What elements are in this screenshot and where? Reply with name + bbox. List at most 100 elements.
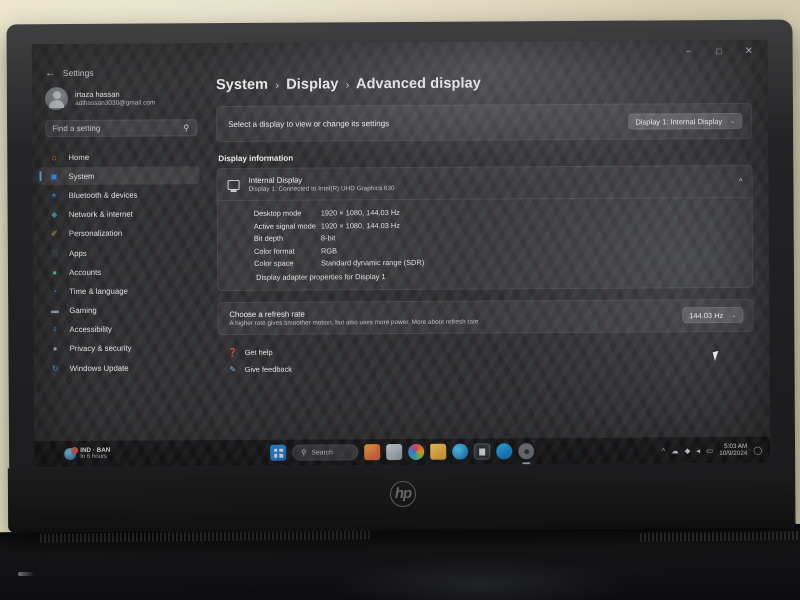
account-section[interactable]: irtaza hassan adihassan3030@gmail.com xyxy=(38,86,199,111)
clock-date: 10/9/2024 xyxy=(719,449,748,458)
active-indicator xyxy=(522,462,531,465)
refresh-rate-title: Choose a refresh rate xyxy=(229,309,305,319)
sidebar-item-personalization[interactable]: ✐ Personalization xyxy=(39,224,200,243)
sidebar-item-label: Time & language xyxy=(69,286,128,296)
personalization-icon: ✐ xyxy=(50,229,58,239)
display-card-header[interactable]: Internal Display Display 1: Connected to… xyxy=(217,166,751,200)
weather-widget[interactable]: IND · BAN In 6 hours xyxy=(64,446,110,461)
settings-window: − □ ✕ ← Settings irtaza hassan adihassan… xyxy=(32,40,771,468)
row-key: Color space xyxy=(254,258,294,268)
battery-icon[interactable]: ▭ xyxy=(706,446,713,455)
back-row[interactable]: ← Settings xyxy=(38,65,199,87)
sidebar-item-accounts[interactable]: ● Accounts xyxy=(39,262,200,281)
refresh-rate-subtitle: A higher rate gives smoother motion, but… xyxy=(229,318,479,328)
widgets-icon[interactable] xyxy=(386,443,403,461)
link-label: Give feedback xyxy=(244,364,292,374)
breadcrumb-display[interactable]: Display xyxy=(286,76,338,92)
sidebar-item-windows-update[interactable]: ↻ Windows Update xyxy=(40,358,201,377)
taskbar-search[interactable]: ⚲ Search xyxy=(292,444,359,461)
page-title: Advanced display xyxy=(355,75,481,93)
chevron-up-icon[interactable]: ^ xyxy=(739,177,743,186)
back-arrow-icon[interactable]: ← xyxy=(45,67,56,79)
row-value: 1920 × 1080, 144.03 Hz xyxy=(320,208,400,218)
help-icon: ❓ xyxy=(227,347,238,357)
show-hidden-icons[interactable]: ^ xyxy=(662,446,666,455)
display-information-card: Internal Display Display 1: Connected to… xyxy=(216,164,754,291)
search-icon: ⚲ xyxy=(301,449,307,457)
sidebar-item-label: Accounts xyxy=(69,267,102,277)
close-button[interactable]: ✕ xyxy=(734,41,764,61)
sidebar-item-time-language[interactable]: ◔ Time & language xyxy=(39,282,200,301)
copilot-icon[interactable] xyxy=(364,444,381,461)
chevron-down-icon: ⌄ xyxy=(730,118,736,125)
edge-icon[interactable] xyxy=(452,443,469,460)
give-feedback-link[interactable]: ✎ Give feedback xyxy=(228,361,754,374)
deck-reflection xyxy=(330,555,630,600)
display-selector-value: Display 1: Internal Display xyxy=(635,116,723,127)
sidebar-item-system[interactable]: ▣ System xyxy=(38,166,200,186)
avatar[interactable] xyxy=(44,87,69,111)
get-help-link[interactable]: ❓ Get help xyxy=(228,344,754,357)
windows-update-icon: ↻ xyxy=(51,363,59,373)
gaming-icon: ▬ xyxy=(50,306,59,316)
weather-headline: IND · BAN xyxy=(80,446,111,454)
sidebar-item-privacy-security[interactable]: ● Privacy & security xyxy=(40,339,201,358)
onedrive-icon[interactable]: ☁ xyxy=(671,446,679,455)
power-led xyxy=(18,572,34,576)
file-explorer-icon[interactable] xyxy=(430,443,447,460)
sidebar-item-home[interactable]: ⌂ Home xyxy=(38,147,199,166)
deck-vent-right xyxy=(639,531,800,542)
sidebar-item-apps[interactable]: ░ Apps xyxy=(39,243,200,262)
settings-icon[interactable] xyxy=(518,443,535,465)
microsoft-store-icon[interactable] xyxy=(474,443,491,460)
clock[interactable]: 5:03 AM 10/9/2024 xyxy=(719,442,747,457)
network-icon[interactable]: ◆ xyxy=(685,446,691,455)
row-key: Desktop mode xyxy=(253,208,302,218)
monitor-icon xyxy=(227,179,240,190)
privacy-security-icon: ● xyxy=(52,344,58,354)
sidebar-item-network-internet[interactable]: ◆ Network & internet xyxy=(39,205,200,224)
row-value: Standard dynamic range (SDR) xyxy=(321,257,425,268)
network-icon: ◆ xyxy=(51,210,58,220)
sidebar: ← Settings irtaza hassan adihassan3030@g… xyxy=(32,65,209,467)
taskbar: IND · BAN In 6 hours ⚲ Search ^ ☁ ◆ ◂ ▭ … xyxy=(34,436,771,468)
sidebar-item-label: Bluetooth & devices xyxy=(68,190,138,200)
sidebar-item-accessibility[interactable]: ☿ Accessibility xyxy=(39,320,200,339)
display-selector-label: Select a display to view or change its s… xyxy=(228,118,390,129)
breadcrumb-system[interactable]: System xyxy=(216,77,268,93)
photos-icon[interactable] xyxy=(408,443,425,460)
sidebar-item-label: System xyxy=(68,171,95,181)
account-email: adihassan3030@gmail.com xyxy=(75,99,156,107)
main-content: System › Display › Advanced display Sele… xyxy=(207,62,770,466)
volume-icon[interactable]: ◂ xyxy=(696,446,700,455)
breadcrumb: System › Display › Advanced display xyxy=(216,74,752,94)
account-name: irtaza hassan xyxy=(74,89,120,99)
taskbar-search-placeholder: Search xyxy=(311,448,333,457)
section-title-display-information: Display information xyxy=(218,153,294,164)
sidebar-item-label: Gaming xyxy=(69,305,97,316)
display-selector-dropdown[interactable]: Display 1: Internal Display ⌄ xyxy=(628,112,743,130)
search-input[interactable]: Find a setting ⚲ xyxy=(45,119,198,138)
refresh-rate-value: 144.03 Hz xyxy=(689,310,724,320)
sidebar-item-label: Home xyxy=(68,152,90,162)
sidebar-item-label: Accessibility xyxy=(69,325,112,335)
refresh-rate-dropdown[interactable]: 144.03 Hz ⌄ xyxy=(682,307,744,324)
minimize-button[interactable]: − xyxy=(674,41,704,61)
sidebar-item-bluetooth-devices[interactable]: ✶ Bluetooth & devices xyxy=(39,186,200,205)
sidebar-nav: ⌂ Home ▣ System ✶ Bluetooth & devices ◆ Network… xyxy=(38,147,200,377)
sidebar-item-gaming[interactable]: ▬ Gaming xyxy=(39,301,200,320)
hp-logo: hp xyxy=(389,480,417,508)
maximize-button[interactable]: □ xyxy=(704,41,734,61)
link-label: Get help xyxy=(244,347,273,357)
accessibility-icon: ☿ xyxy=(51,325,58,335)
row-value: 1920 × 1080, 144.03 Hz xyxy=(320,220,400,230)
outlook-icon[interactable] xyxy=(496,443,513,460)
search-icon[interactable]: ⚲ xyxy=(183,123,189,132)
row-key: Active signal mode xyxy=(253,221,316,231)
start-icon[interactable] xyxy=(270,444,287,461)
bell-icon[interactable]: ◯ xyxy=(753,445,762,454)
search-placeholder: Find a setting xyxy=(52,123,101,134)
help-links: ❓ Get help ✎ Give feedback xyxy=(218,344,754,374)
internal-display-title: Internal Display xyxy=(248,175,303,185)
sidebar-item-label: Apps xyxy=(68,248,87,258)
